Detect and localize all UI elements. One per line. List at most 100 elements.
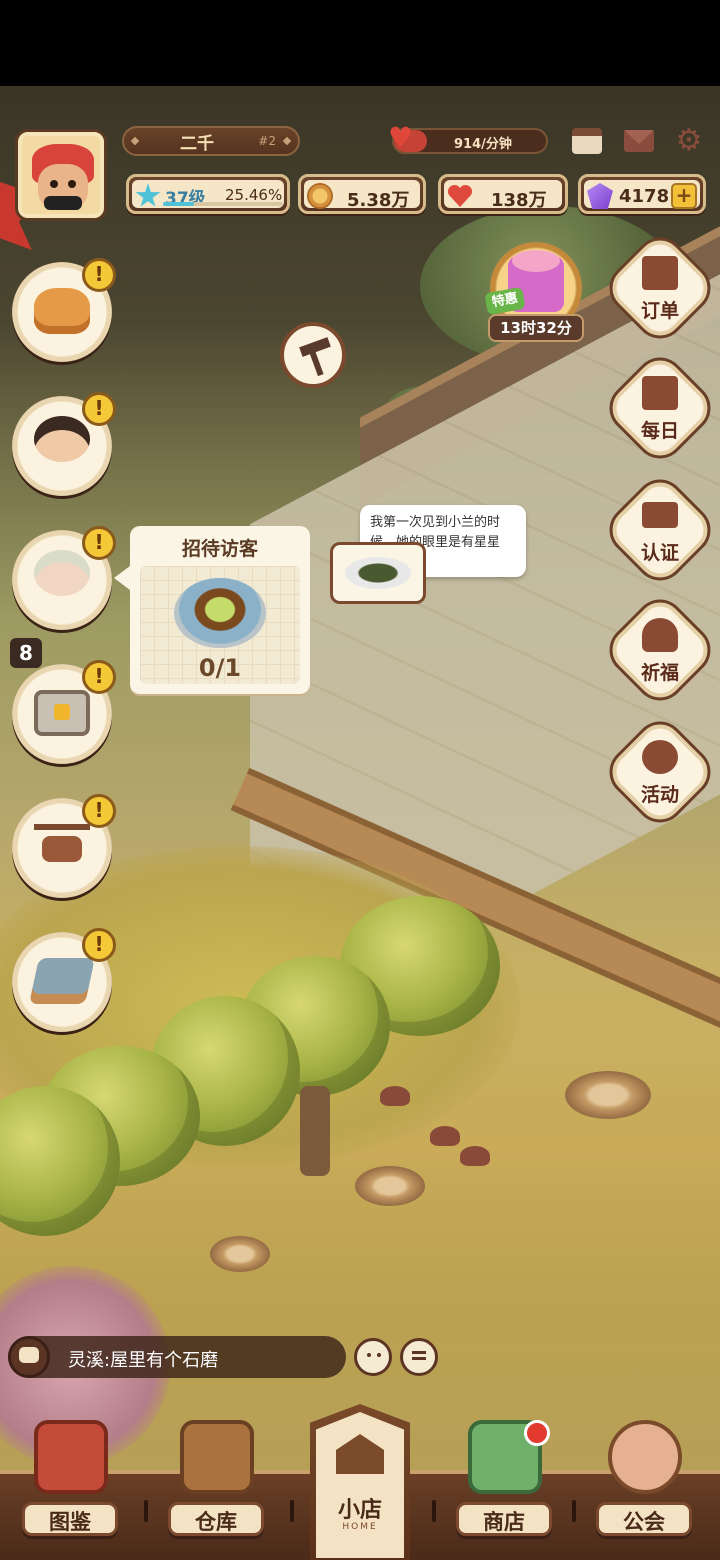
verify-label: 认证 <box>640 542 679 564</box>
pray-label: 祈福 <box>640 662 679 684</box>
home-plate <box>316 1412 404 1558</box>
count-badge: 8 <box>10 638 42 668</box>
level-progress-fill <box>163 202 194 206</box>
heart-stat[interactable]: 138万 <box>438 174 568 214</box>
avatar-eye <box>68 180 76 188</box>
girl-portrait-icon <box>34 550 90 596</box>
character-boy-button[interactable]: ! <box>12 392 116 496</box>
build-hammer-button[interactable] <box>280 322 346 388</box>
tree-stump <box>210 1236 270 1272</box>
drying-rack-icon <box>34 824 90 870</box>
coin-stat[interactable]: 5.38万 <box>298 174 426 214</box>
orders-button[interactable]: 订单 <box>603 231 717 345</box>
server-number: #2 <box>258 134 276 148</box>
avatar-mask <box>44 196 82 210</box>
dish-order-bubble[interactable] <box>330 542 426 604</box>
coin-value: 5.38万 <box>347 190 410 211</box>
farm-plot-button[interactable]: ! <box>12 928 116 1032</box>
chat-message: 灵溪:屋里有个石磨 <box>68 1350 219 1371</box>
alert-badge: ! <box>82 258 116 292</box>
nav-guild[interactable]: 公会 <box>584 1420 704 1556</box>
heart-icon: ♥ <box>388 121 414 154</box>
pray-button[interactable]: 祈福 <box>603 593 717 707</box>
gem-value: 4178 <box>619 186 670 207</box>
couple-icon <box>608 1420 682 1494</box>
nav-home-sublabel: HOME <box>342 1522 378 1532</box>
nav-storage[interactable]: 仓库 <box>156 1420 276 1556</box>
gem-stat[interactable]: 4178 + <box>578 174 706 214</box>
coin-icon <box>307 183 333 209</box>
nav-storage-label: 仓库 <box>195 1510 237 1534</box>
calendar-icon <box>572 128 602 154</box>
calendar-button[interactable] <box>570 126 604 156</box>
add-gems-button[interactable]: + <box>671 183 697 209</box>
tree-stump <box>565 1071 651 1119</box>
alert-badge: ! <box>82 392 116 426</box>
mail-icon <box>624 130 654 152</box>
nav-separator <box>432 1500 436 1522</box>
mushroom <box>380 1086 410 1106</box>
tree-trunk <box>300 1086 330 1176</box>
nav-guild-label: 公会 <box>623 1510 665 1534</box>
daily-icon <box>642 376 678 410</box>
nav-separator <box>572 1500 576 1522</box>
chat-bar[interactable]: 灵溪:屋里有个石磨 <box>8 1336 346 1378</box>
offer-timer: 13时32分 <box>488 314 584 342</box>
notification-dot <box>524 1420 550 1446</box>
guest-girl-button[interactable]: ! <box>12 526 116 630</box>
chat-list-button[interactable] <box>400 1338 438 1376</box>
guest-request-card[interactable]: 招待访客 0/1 <box>114 526 310 694</box>
events-button[interactable]: 活动 <box>603 715 717 829</box>
tree-stump <box>355 1166 425 1206</box>
drying-rack-button[interactable]: ! <box>12 794 116 898</box>
verify-button[interactable]: 认证 <box>603 473 717 587</box>
settings-button[interactable]: ⚙ <box>672 126 706 156</box>
daily-button[interactable]: 每日 <box>603 351 717 465</box>
gift-bow <box>512 250 560 272</box>
chat-bubble-icon <box>8 1336 50 1378</box>
nav-separator <box>144 1500 148 1522</box>
book-icon <box>34 1420 108 1494</box>
heart-rate-bar[interactable]: ♥ 914/分钟 <box>388 124 548 154</box>
player-name: 二千 <box>180 133 214 154</box>
player-name-plate[interactable]: 二千 #2 <box>122 126 300 156</box>
mushroom <box>430 1126 460 1146</box>
alert-badge: ! <box>82 794 116 828</box>
order-icon <box>642 256 678 290</box>
status-bar-area <box>0 0 720 86</box>
diamond-ornament-icon <box>282 136 292 146</box>
menu-diamond-frame <box>603 473 717 587</box>
mushroom <box>460 1146 490 1166</box>
daily-label: 每日 <box>640 420 679 442</box>
diamond-ornament-icon <box>130 136 140 146</box>
level-progress-bar <box>163 202 283 206</box>
events-label: 活动 <box>640 784 679 806</box>
nav-home[interactable]: 小店 HOME <box>310 1404 410 1560</box>
mail-button[interactable] <box>622 126 656 156</box>
tofu-dish-icon <box>174 578 266 648</box>
crate-icon <box>180 1420 254 1494</box>
nav-home-label: 小店 <box>337 1498 382 1523</box>
event-icon <box>642 740 678 774</box>
heart-rate-text: 914/分钟 <box>454 137 512 152</box>
guest-request-title: 招待访客 <box>181 538 258 560</box>
farm-plot-icon <box>29 958 95 1004</box>
nav-shop-label: 商店 <box>483 1510 525 1534</box>
pray-icon <box>642 618 678 652</box>
bread-icon <box>34 288 90 334</box>
id-card-icon <box>642 502 678 528</box>
player-avatar[interactable] <box>18 132 104 218</box>
level-stat[interactable]: 37级 25.46% <box>126 174 290 214</box>
avatar-eye <box>50 180 58 188</box>
nav-separator <box>290 1500 294 1522</box>
guest-request-count: 0/1 <box>198 654 242 682</box>
nav-atlas[interactable]: 图鉴 <box>10 1420 130 1556</box>
gear-icon: ⚙ <box>675 123 703 158</box>
tv-video-button[interactable]: ! <box>12 660 116 764</box>
heart-value: 138万 <box>491 190 547 211</box>
tv-icon <box>34 690 90 736</box>
alert-badge: ! <box>82 928 116 962</box>
emoji-button[interactable] <box>354 1338 392 1376</box>
orders-label: 订单 <box>640 300 679 322</box>
bread-quest-button[interactable]: ! <box>12 258 116 362</box>
